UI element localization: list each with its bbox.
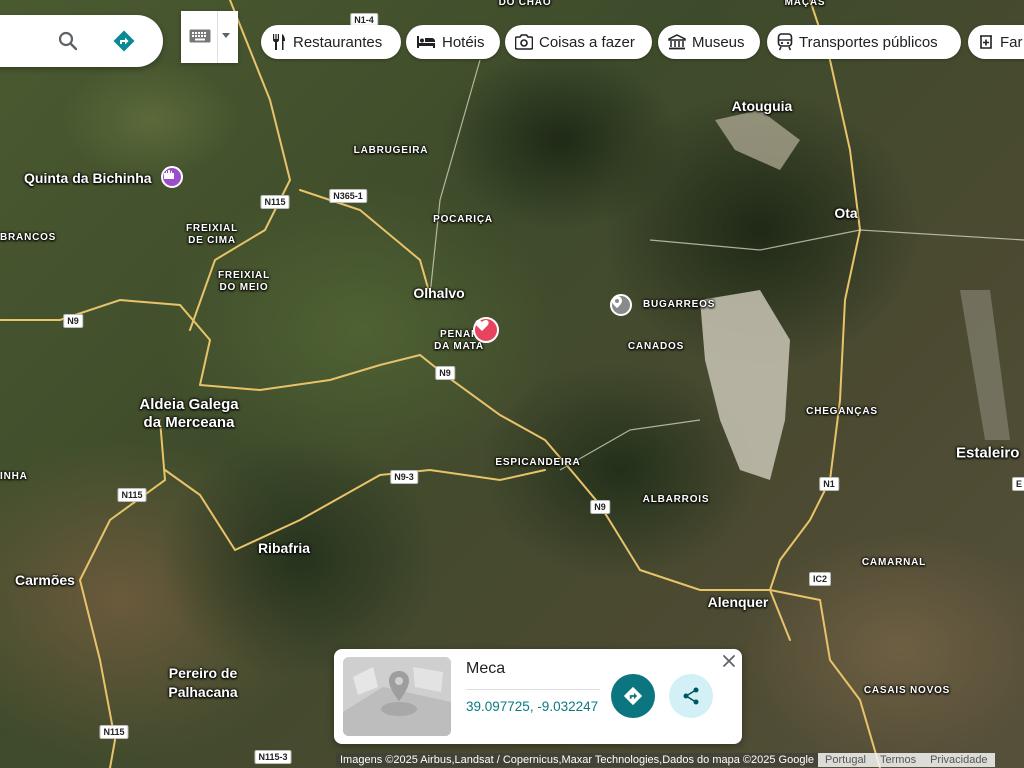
place-albarrois[interactable]: ALBARROIS bbox=[643, 494, 710, 506]
search-box[interactable] bbox=[0, 15, 163, 67]
place-carmoes[interactable]: Carmões bbox=[15, 572, 75, 588]
train-icon bbox=[777, 33, 793, 51]
place-espicandeira[interactable]: ESPICANDEIRA bbox=[495, 457, 580, 469]
road-n9-3 bbox=[164, 468, 546, 552]
chip-label: Restaurantes bbox=[293, 33, 383, 51]
road-shield-n115: N115 bbox=[260, 195, 290, 209]
directions-icon[interactable] bbox=[112, 29, 136, 53]
chip-transportes-publicos[interactable]: Transportes públicos bbox=[767, 25, 961, 59]
road-n9-west bbox=[0, 298, 212, 386]
place-card[interactable]: Meca 39.097725, -9.032247 bbox=[334, 649, 742, 744]
camera-icon bbox=[515, 34, 533, 50]
place-ribafria[interactable]: Ribafria bbox=[258, 540, 310, 556]
place-ota[interactable]: Ota bbox=[834, 205, 857, 221]
chip-coisas-a-fazer[interactable]: Coisas a fazer bbox=[505, 25, 652, 59]
place-brancos[interactable]: BRANCOS bbox=[0, 232, 56, 244]
chip-label: Far bbox=[1000, 33, 1023, 51]
museum-icon bbox=[668, 34, 686, 50]
place-canados[interactable]: CANADOS bbox=[628, 341, 684, 353]
chevron-down-icon[interactable] bbox=[222, 33, 230, 38]
share-icon bbox=[683, 687, 699, 705]
place-olhalvo[interactable]: Olhalvo bbox=[413, 285, 464, 301]
road-n115-south bbox=[78, 419, 167, 768]
place-estaleiro[interactable]: Estaleiro bbox=[956, 445, 1019, 462]
place-casais-novos[interactable]: CASAIS NOVOS bbox=[864, 685, 950, 697]
pharmacy-icon bbox=[980, 35, 992, 49]
place-pin-icon[interactable] bbox=[610, 294, 632, 316]
road-shield-n365-1: N365-1 bbox=[329, 189, 367, 203]
privacy-link[interactable]: Privacidade bbox=[923, 752, 995, 767]
road-n365 bbox=[299, 189, 431, 296]
place-quinta-da-bichinha[interactable]: Quinta da Bichinha bbox=[24, 170, 152, 186]
quarry-area bbox=[700, 290, 790, 480]
terms-link[interactable]: Termos bbox=[873, 752, 924, 767]
fork-knife-icon bbox=[273, 34, 285, 50]
place-do-chao[interactable]: DO CHÃO bbox=[499, 0, 552, 9]
quarry-area-2 bbox=[715, 110, 800, 170]
place-aldeia-galega-da-merceana[interactable]: Aldeia Galega da Merceana bbox=[139, 396, 238, 432]
road-shield-n9: N9 bbox=[435, 366, 455, 380]
directions-icon bbox=[623, 686, 643, 706]
place-alenquer[interactable]: Alenquer bbox=[708, 594, 769, 610]
road-shield-ic2: IC2 bbox=[808, 572, 832, 586]
directions-button[interactable] bbox=[611, 674, 655, 718]
road-shield-n115-3: N115-3 bbox=[254, 750, 292, 764]
chip-label: Coisas a fazer bbox=[539, 33, 635, 51]
chip-label: Hotéis bbox=[442, 33, 485, 51]
place-pocarica[interactable]: POCARIÇA bbox=[433, 214, 493, 226]
chip-farmacias[interactable]: Far bbox=[968, 25, 1024, 59]
keyboard-icon[interactable] bbox=[189, 29, 211, 43]
place-bugarreos[interactable]: BUGARREOS bbox=[643, 299, 715, 311]
divider bbox=[217, 11, 218, 63]
place-chegancas[interactable]: CHEGANÇAS bbox=[806, 406, 878, 418]
chip-hoteis[interactable]: Hotéis bbox=[406, 25, 500, 59]
chip-restaurantes[interactable]: Restaurantes bbox=[261, 25, 401, 59]
region-link[interactable]: Portugal bbox=[818, 752, 874, 767]
road-shield-n115: N115 bbox=[117, 488, 147, 502]
place-coordinates[interactable]: 39.097725, -9.032247 bbox=[466, 699, 598, 714]
road-shield-n115: N115 bbox=[99, 725, 129, 739]
place-camarnal[interactable]: CAMARNAL bbox=[862, 557, 926, 569]
input-tools-button[interactable] bbox=[181, 11, 238, 63]
divider bbox=[466, 689, 600, 690]
road-shield-n9-3: N9-3 bbox=[390, 470, 418, 484]
close-icon[interactable] bbox=[721, 653, 737, 669]
place-title: Meca bbox=[466, 660, 506, 677]
place-inha[interactable]: INHA bbox=[0, 471, 28, 483]
share-button[interactable] bbox=[669, 674, 713, 718]
road-shield-n9: N9 bbox=[63, 314, 83, 328]
road-shield-e: E bbox=[1011, 477, 1024, 491]
place-macas[interactable]: MAÇÃS bbox=[785, 0, 826, 9]
chip-museus[interactable]: Museus bbox=[658, 25, 760, 59]
imagery-attribution: Imagens ©2025 Airbus,Landsat / Copernicu… bbox=[336, 752, 819, 767]
airfield bbox=[960, 290, 1010, 440]
search-icon[interactable] bbox=[56, 29, 80, 53]
saved-heart-pin-icon[interactable] bbox=[473, 317, 499, 343]
chip-label: Transportes públicos bbox=[799, 33, 938, 51]
castle-poi-icon[interactable] bbox=[161, 166, 183, 188]
bed-icon bbox=[417, 36, 435, 48]
place-pereiro-de-palhacana[interactable]: Pereiro de Palhacana bbox=[168, 664, 237, 702]
place-freixial-de-cima[interactable]: FREIXIAL DE CIMA bbox=[186, 223, 238, 247]
place-thumbnail[interactable] bbox=[343, 657, 451, 736]
chip-label: Museus bbox=[692, 33, 745, 51]
road-ic2 bbox=[769, 589, 881, 768]
map-thumbnail-image bbox=[343, 657, 451, 736]
place-freixial-do-meio[interactable]: FREIXIAL DO MEIO bbox=[218, 270, 270, 294]
place-atouguia[interactable]: Atouguia bbox=[732, 98, 793, 114]
attribution-bar: Imagens ©2025 Airbus,Landsat / Copernicu… bbox=[336, 751, 1024, 768]
place-labrugeira[interactable]: LABRUGEIRA bbox=[354, 145, 429, 157]
road-shield-n1: N1 bbox=[819, 477, 839, 491]
road-n1 bbox=[768, 0, 862, 641]
road-shield-n9: N9 bbox=[590, 500, 610, 514]
